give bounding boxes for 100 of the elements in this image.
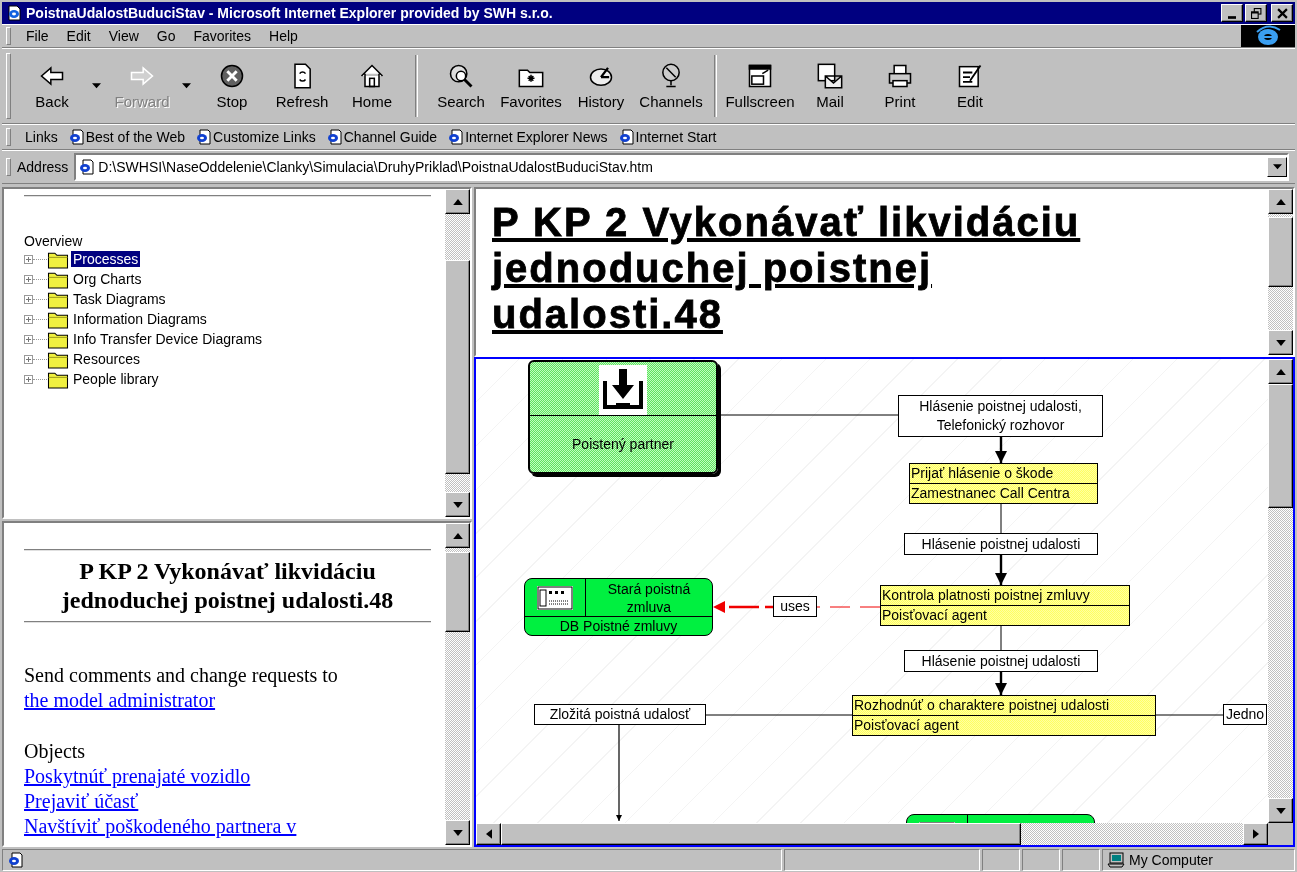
database-title: Stará poistná zmluva [606,580,692,616]
scroll-down-button[interactable] [445,820,470,845]
object-link[interactable]: Prejaviť účasť [24,789,139,814]
status-panel [982,849,1020,871]
right-arrow-icon [1252,829,1259,839]
diagram-title: P KP 2 Vykonávať likvidáciu jednoduchej poistnej udalosti.48 [492,199,1082,337]
scrollbar-thumb[interactable] [1268,217,1293,287]
toolbar-button[interactable]: Mail [795,51,865,121]
object-link[interactable]: Poskytnúť prenajaté vozidlo [24,764,251,789]
page-icon [7,852,23,868]
scrollbar-corner [1268,823,1293,845]
expand-icon[interactable] [24,274,33,284]
toolbar-button[interactable]: Favorites [496,51,566,121]
close-button[interactable] [1271,4,1293,22]
edit-icon [956,62,984,90]
up-arrow-icon [452,198,463,205]
toolbar-button[interactable]: Search [426,51,496,121]
up-arrow-icon [1275,368,1286,375]
restore-icon [1250,7,1262,19]
expand-icon[interactable] [24,314,33,324]
computer-icon [1107,852,1125,868]
close-icon [1276,7,1288,19]
link-button[interactable]: Customize Links [195,129,316,145]
activity-performer: Poisťovací agent [853,715,1155,735]
address-field[interactable]: D:\SWHSI\NaseOddelenie\Clanky\Simulacia\DruhyPriklad\PoistnaUdalostBuduciStav.htm [74,153,1289,181]
expand-icon[interactable] [24,294,33,304]
scroll-up-button[interactable] [1268,359,1293,384]
tree-item[interactable]: Information Diagrams [71,311,209,327]
dropdown-button[interactable] [1267,157,1287,177]
scroll-down-button[interactable] [1268,798,1293,823]
caret-icon [181,83,191,89]
comment-text: Send comments and change requests to [24,664,338,686]
dashed-arrow [713,601,773,613]
window-title: PoistnaUdalostBuduciStav - Microsoft Internet Explorer provided by SWH s.r.o. [26,5,553,21]
links-label: Links [25,129,58,145]
menu-item[interactable]: Favorites [184,28,261,44]
flow-label: Hlásenie poistnej udalosti [904,533,1098,555]
left-arrow-icon [485,829,492,839]
tree-item[interactable]: Resources [71,351,142,367]
menu-item[interactable]: Edit [57,28,100,44]
home-icon [358,62,386,90]
scroll-up-button[interactable] [445,523,470,548]
scroll-down-button[interactable] [1268,330,1293,355]
down-arrow-icon [1275,807,1286,814]
restore-button[interactable] [1245,4,1267,22]
caret-icon [1272,164,1282,170]
tree-item[interactable]: Processes [71,251,141,267]
admin-link[interactable]: the model administrator [24,689,216,711]
page-icon [195,129,212,145]
menu-item[interactable]: Help [260,28,307,44]
link-button[interactable]: Internet Start [617,129,717,145]
scroll-up-button[interactable] [1268,189,1293,214]
address-label: Address [17,159,69,175]
expand-icon[interactable] [24,354,33,364]
menu-item[interactable]: View [99,28,148,44]
tree-heading: Overview [24,233,84,249]
menu-item[interactable]: File [17,28,58,44]
toolbar-button[interactable]: Stop [197,51,267,121]
expand-icon[interactable] [24,334,33,344]
browser-icon [6,5,22,21]
link-button[interactable]: Channel Guide [325,129,438,145]
page-icon [78,159,95,175]
tree-item[interactable]: Org Charts [71,271,144,287]
toolbar-button[interactable]: Channels [636,51,706,121]
toolbar-button[interactable]: Edit [935,51,1005,121]
database-label: DB Poistné zmluvy [558,617,679,635]
toolbar-button[interactable]: Fullscreen [725,51,795,121]
down-arrow-icon [452,829,463,836]
scrollbar-thumb[interactable] [445,260,470,474]
toolbar-button[interactable]: History [566,51,636,121]
up-arrow-icon [1275,198,1286,205]
scroll-up-button[interactable] [445,189,470,214]
dashed-line [816,606,881,608]
search-icon [447,62,475,90]
scrollbar-thumb[interactable] [445,552,470,632]
toolbar-button[interactable]: Back [17,51,87,121]
minimize-button[interactable] [1221,4,1243,22]
scroll-right-button[interactable] [1243,823,1268,845]
tree-item[interactable]: Task Diagrams [71,291,168,307]
page-icon [447,129,464,145]
link-button[interactable]: Best of the Web [67,129,186,145]
scroll-down-button[interactable] [445,492,470,517]
scrollbar-thumb[interactable] [501,823,1021,845]
expand-icon[interactable] [24,254,33,264]
expand-icon[interactable] [24,374,33,384]
link-button[interactable]: Internet Explorer News [447,129,608,145]
page-icon [617,129,634,145]
down-arrow-icon [1275,339,1286,346]
toolbar-button[interactable]: Home [337,51,407,121]
toolbar-button[interactable]: Refresh [267,51,337,121]
menu-item[interactable]: Go [147,28,185,44]
object-link[interactable]: Navštíviť poškodeného partnera v [24,814,297,839]
tree-item[interactable]: People library [71,371,161,387]
down-arrow-icon [452,501,463,508]
scroll-left-button[interactable] [476,823,501,845]
printer-icon [886,62,914,90]
scrollbar-thumb[interactable] [1268,384,1293,508]
toolbar-button[interactable]: Print [865,51,935,121]
activity-title: Kontrola platnosti poistnej zmluvy [881,586,1091,605]
tree-item[interactable]: Info Transfer Device Diagrams [71,331,265,347]
